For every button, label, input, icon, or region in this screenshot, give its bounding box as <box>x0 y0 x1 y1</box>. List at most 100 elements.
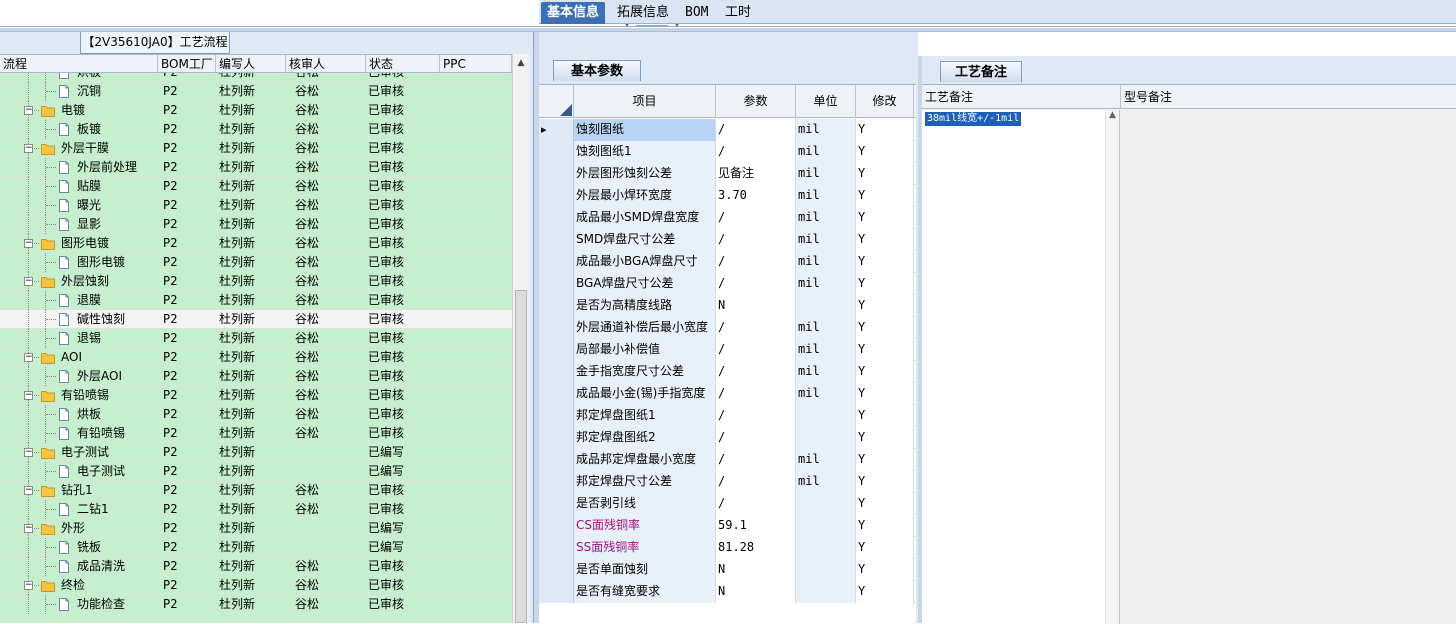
row-header[interactable] <box>539 185 574 207</box>
param-edit-cell[interactable]: Y <box>856 559 914 581</box>
param-unit-cell[interactable] <box>796 581 856 603</box>
tree-group-row[interactable]: − 终检 P2 杜列新 谷松 已审核 <box>0 576 512 595</box>
param-value-cell[interactable]: / <box>716 317 796 339</box>
tree-group-row[interactable]: − 电镀 P2 杜列新 谷松 已审核 <box>0 101 512 120</box>
param-unit-cell[interactable]: mil <box>796 339 856 361</box>
param-row[interactable]: 蚀刻图纸1/mil Y <box>539 141 916 163</box>
param-unit-cell[interactable]: mil <box>796 471 856 493</box>
tree-item-row[interactable]: 外层AOI P2 杜列新 谷松 已审核 <box>0 367 512 386</box>
collapse-toggle-icon[interactable]: − <box>24 353 33 362</box>
tab-bom[interactable]: BOM <box>679 2 714 24</box>
param-edit-cell[interactable]: Y <box>856 185 914 207</box>
param-unit-cell[interactable] <box>796 427 856 449</box>
tree-group-row[interactable]: − 外层蚀刻 P2 杜列新 谷松 已审核 <box>0 272 512 291</box>
tab-basic-info[interactable]: 基本信息 <box>541 2 606 24</box>
param-row[interactable]: 成品最小金(锡)手指宽度 / mil Y <box>539 383 916 405</box>
tree-group-row[interactable]: − 外层干膜 P2 杜列新 谷松 已审核 <box>0 139 512 158</box>
param-edit-cell[interactable]: Y <box>856 119 914 141</box>
param-edit-cell[interactable]: Y <box>856 449 914 471</box>
param-row[interactable]: SMD焊盘尺寸公差 / mil Y <box>539 229 916 251</box>
param-item-cell[interactable]: 外层图形蚀刻公差 <box>574 163 716 185</box>
param-unit-cell[interactable]: mil <box>796 207 856 229</box>
collapse-toggle-icon[interactable]: − <box>24 239 33 248</box>
tree-item-row[interactable]: 板镀 P2 杜列新 谷松 已审核 <box>0 120 512 139</box>
tree-item-row[interactable]: 烘板 P2 杜列新 谷松 已审核 <box>0 405 512 424</box>
param-item-cell[interactable]: 成品邦定焊盘最小宽度 <box>574 449 716 471</box>
row-header[interactable] <box>539 559 574 581</box>
param-row[interactable]: 是否单面蚀刻 N Y <box>539 559 916 581</box>
col-header-flow[interactable]: 流程 <box>0 55 158 73</box>
row-header[interactable] <box>539 207 574 229</box>
param-row[interactable]: 成品邦定焊盘最小宽度 / mil Y <box>539 449 916 471</box>
collapse-toggle-icon[interactable]: − <box>24 391 33 400</box>
tree-item-row[interactable]: 退膜 P2 杜列新 谷松 已审核 <box>0 291 512 310</box>
param-item-cell[interactable]: 金手指宽度尺寸公差 <box>574 361 716 383</box>
param-item-cell[interactable]: 是否单面蚀刻 <box>574 559 716 581</box>
param-value-cell[interactable]: N <box>716 295 796 317</box>
row-header[interactable] <box>539 405 574 427</box>
param-unit-cell[interactable]: mil <box>796 449 856 471</box>
param-row[interactable]: 外层通道补偿后最小宽度 / mil Y <box>539 317 916 339</box>
tree-group-row[interactable]: − 有铅喷锡 P2 杜列新 谷松 已审核 <box>0 386 512 405</box>
col-header-factory[interactable]: BOM工厂 <box>158 55 216 73</box>
param-value-cell[interactable]: / <box>716 361 796 383</box>
param-item-cell[interactable]: 外层通道补偿后最小宽度 <box>574 317 716 339</box>
col-header-edit[interactable]: 修改 <box>856 85 914 118</box>
row-header[interactable] <box>539 581 574 603</box>
param-item-cell[interactable]: 成品最小金(锡)手指宽度 <box>574 383 716 405</box>
tree-item-row[interactable]: 功能检查 P2 杜列新 谷松 已审核 <box>0 595 512 614</box>
param-item-cell[interactable]: 蚀刻图纸1 <box>574 141 716 163</box>
tree-item-row[interactable]: 曝光 P2 杜列新 谷松 已审核 <box>0 196 512 215</box>
param-row[interactable]: 成品最小BGA焊盘尺寸 / mil Y <box>539 251 916 273</box>
tree-item-row[interactable]: 贴膜 P2 杜列新 谷松 已审核 <box>0 177 512 196</box>
param-unit-cell[interactable]: mil <box>796 361 856 383</box>
collapse-toggle-icon[interactable]: − <box>24 144 33 153</box>
param-value-cell[interactable]: N <box>716 559 796 581</box>
param-edit-cell[interactable]: Y <box>856 493 914 515</box>
param-row[interactable]: 是否为高精度线路 N Y <box>539 295 916 317</box>
tree-group-row[interactable]: − AOI P2 杜列新 谷松 已审核 <box>0 348 512 367</box>
subtab-process-notes[interactable]: 工艺备注 <box>940 61 1022 82</box>
param-item-cell[interactable]: 邦定焊盘尺寸公差 <box>574 471 716 493</box>
param-value-cell[interactable]: / <box>716 119 796 141</box>
param-value-cell[interactable]: N <box>716 581 796 603</box>
tree-item-row[interactable]: 有铅喷锡 P2 杜列新 谷松 已审核 <box>0 424 512 443</box>
row-header[interactable] <box>539 493 574 515</box>
row-header[interactable] <box>539 229 574 251</box>
param-edit-cell[interactable]: Y <box>856 207 914 229</box>
tree-item-row[interactable]: 烘板 P2 杜列新 谷松 已审核 <box>0 73 512 82</box>
param-item-cell[interactable]: 邦定焊盘图纸2 <box>574 427 716 449</box>
tree-item-row[interactable]: 碱性蚀刻 P2 杜列新 谷松 已审核 <box>0 310 512 329</box>
param-edit-cell[interactable]: Y <box>856 317 914 339</box>
collapse-toggle-icon[interactable]: − <box>24 448 33 457</box>
col-header-ppc[interactable]: PPC <box>440 55 512 73</box>
param-value-cell[interactable]: / <box>716 229 796 251</box>
row-header[interactable] <box>539 383 574 405</box>
tree-group-row[interactable]: − 图形电镀 P2 杜列新 谷松 已审核 <box>0 234 512 253</box>
param-value-cell[interactable]: / <box>716 141 796 163</box>
param-row[interactable]: ▸ 蚀刻图纸 / mil Y <box>539 119 916 141</box>
tree-item-row[interactable]: 铣板 P2 杜列新 已编写 <box>0 538 512 557</box>
tree-vertical-scrollbar[interactable]: ▲ <box>512 54 529 623</box>
param-unit-cell[interactable]: mil <box>796 163 856 185</box>
param-row[interactable]: 成品最小SMD焊盘宽度 / mil Y <box>539 207 916 229</box>
param-edit-cell[interactable]: Y <box>856 361 914 383</box>
param-row[interactable]: 金手指宽度尺寸公差 / mil Y <box>539 361 916 383</box>
param-edit-cell[interactable]: Y <box>856 427 914 449</box>
param-value-cell[interactable]: / <box>716 207 796 229</box>
param-unit-cell[interactable] <box>796 295 856 317</box>
row-header[interactable] <box>539 339 574 361</box>
param-unit-cell[interactable] <box>796 405 856 427</box>
param-unit-cell[interactable]: mil <box>796 251 856 273</box>
tree-item-row[interactable]: 图形电镀 P2 杜列新 谷松 已审核 <box>0 253 512 272</box>
row-header[interactable] <box>539 295 574 317</box>
param-unit-cell[interactable]: mil <box>796 383 856 405</box>
process-note-text[interactable]: 38mil线宽+/-1mil <box>925 112 1022 126</box>
param-item-cell[interactable]: 成品最小SMD焊盘宽度 <box>574 207 716 229</box>
param-row[interactable]: 是否剥引线 / Y <box>539 493 916 515</box>
col-header-status[interactable]: 状态 <box>366 55 440 73</box>
row-header[interactable]: ▸ <box>539 119 574 141</box>
param-value-cell[interactable]: / <box>716 405 796 427</box>
tree-group-row[interactable]: − 电子测试 P2 杜列新 已编写 <box>0 443 512 462</box>
param-item-cell[interactable]: CS面残铜率 <box>574 515 716 537</box>
